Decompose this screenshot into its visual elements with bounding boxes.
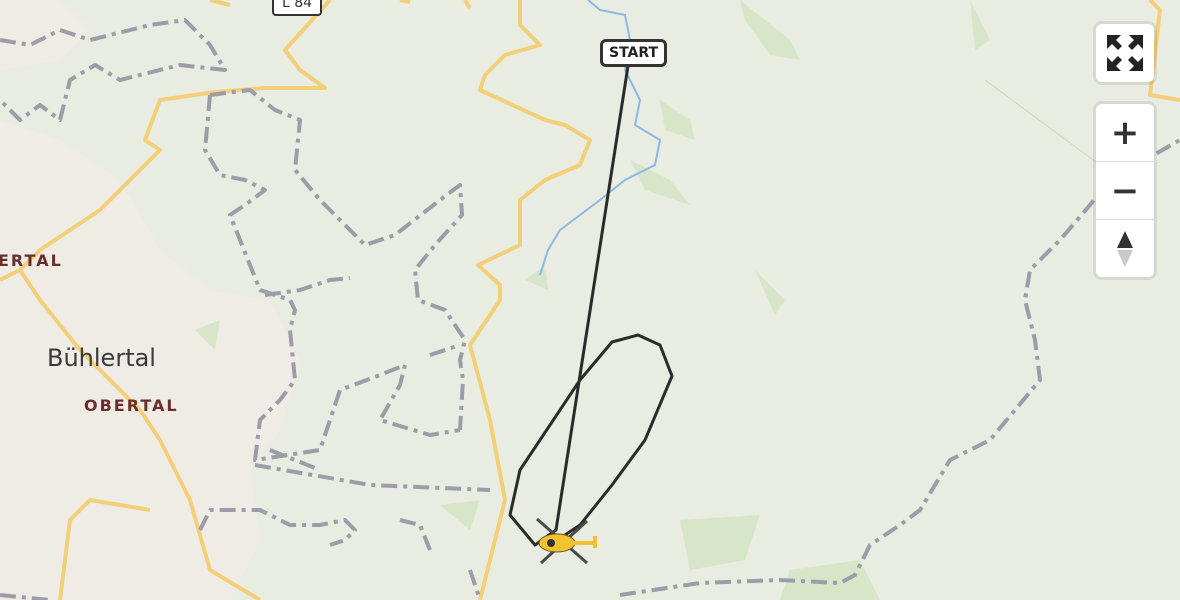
zoom-out-button[interactable]: − — [1096, 162, 1154, 220]
compass-icon — [1117, 230, 1133, 267]
forest-patch — [660, 100, 695, 140]
compass-button[interactable] — [1096, 220, 1154, 277]
forest-patch — [740, 0, 800, 60]
settlement-area-north — [0, 0, 90, 70]
district-label: ERTAL — [0, 251, 63, 270]
fullscreen-icon — [1107, 35, 1143, 71]
forest-patch — [970, 0, 990, 50]
road-shield: L 84 — [272, 0, 323, 16]
forest-patch — [440, 500, 480, 530]
forest-patch — [755, 270, 785, 315]
zoom-controls: + − — [1096, 104, 1154, 277]
start-marker: START — [600, 39, 668, 67]
town-label: Bühlertal — [47, 344, 156, 372]
flight-path — [508, 52, 674, 547]
forest-patch — [630, 160, 690, 205]
helicopter-icon — [536, 517, 597, 565]
fullscreen-button[interactable] — [1096, 24, 1154, 82]
map-canvas — [0, 0, 1180, 600]
map-view[interactable]: L 84 ERTAL Bühlertal OBERTAL START + − — [0, 0, 1180, 600]
boundary-line — [984, 79, 1101, 166]
zoom-in-button[interactable]: + — [1096, 104, 1154, 162]
district-label: OBERTAL — [84, 396, 179, 415]
forest-patch — [680, 515, 760, 570]
forest-patch — [525, 265, 548, 290]
